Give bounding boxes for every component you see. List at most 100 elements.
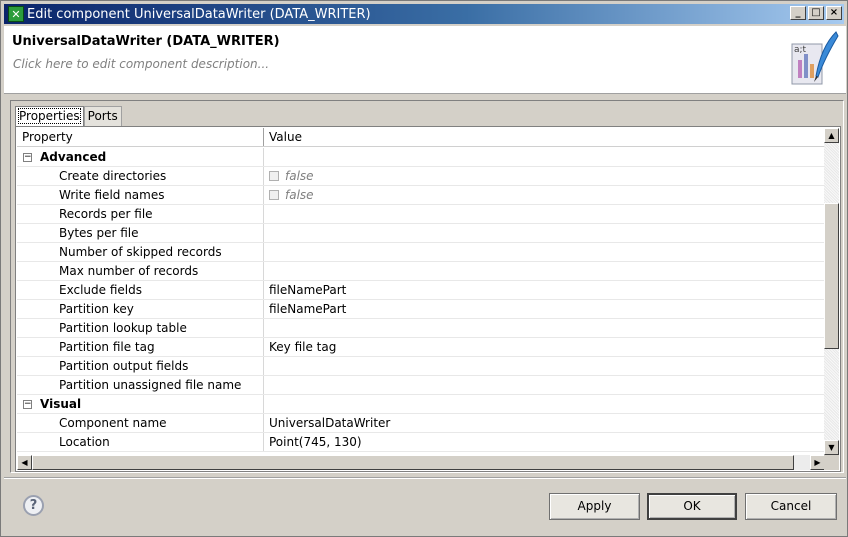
- group-row[interactable]: − Advanced: [17, 148, 825, 167]
- apply-button[interactable]: Apply: [549, 493, 640, 520]
- footer-divider: [4, 477, 846, 479]
- property-label: Create directories: [59, 169, 167, 183]
- table-row[interactable]: Bytes per file: [17, 224, 825, 243]
- app-icon: ✕: [8, 6, 24, 22]
- property-table: Property Value − Advanced Create directori…: [15, 126, 841, 472]
- table-row[interactable]: Records per file: [17, 205, 825, 224]
- component-description-field[interactable]: Click here to edit component description…: [13, 57, 269, 71]
- property-value-cell[interactable]: [264, 148, 825, 166]
- writer-component-icon: a;t: [791, 31, 839, 85]
- property-name-cell: Create directories: [17, 167, 264, 185]
- property-value-cell[interactable]: Point(745, 130): [264, 433, 825, 451]
- table-row[interactable]: Component name UniversalDataWriter: [17, 414, 825, 433]
- vertical-scroll-thumb[interactable]: [824, 203, 839, 349]
- property-name-cell: Records per file: [17, 205, 264, 223]
- property-name-cell: Number of skipped records: [17, 243, 264, 261]
- collapse-icon[interactable]: −: [23, 153, 32, 162]
- property-label: Location: [59, 435, 110, 449]
- property-label: Exclude fields: [59, 283, 142, 297]
- vertical-scrollbar[interactable]: ▲ ▼: [824, 128, 839, 455]
- scrollbar-corner: [824, 455, 839, 470]
- property-label: Max number of records: [59, 264, 199, 278]
- table-body: − Advanced Create directories false Write fi…: [17, 148, 825, 456]
- property-value: fileNamePart: [269, 302, 347, 316]
- property-value-cell[interactable]: false: [264, 186, 825, 204]
- column-header-property[interactable]: Property: [17, 128, 264, 146]
- checkbox[interactable]: [269, 189, 279, 200]
- table-row[interactable]: Create directories false: [17, 167, 825, 186]
- property-label: Write field names: [59, 188, 165, 202]
- property-name-cell: − Visual: [17, 395, 264, 413]
- collapse-icon[interactable]: −: [23, 400, 32, 409]
- property-name-cell: Max number of records: [17, 262, 264, 280]
- horizontal-scroll-thumb[interactable]: [32, 455, 794, 470]
- property-value: false: [285, 169, 314, 183]
- property-value: UniversalDataWriter: [269, 416, 391, 430]
- tab-ports[interactable]: Ports: [83, 106, 122, 126]
- property-value-cell[interactable]: [264, 376, 825, 394]
- group-row[interactable]: − Visual: [17, 395, 825, 414]
- window-title: Edit component UniversalDataWriter (DATA…: [27, 6, 371, 22]
- property-value-cell[interactable]: Key file tag: [264, 338, 825, 356]
- property-label: Records per file: [59, 207, 153, 221]
- property-value-cell[interactable]: fileNamePart: [264, 300, 825, 318]
- tab-bar: Properties Ports: [15, 106, 122, 126]
- property-value-cell[interactable]: [264, 395, 825, 413]
- property-label: Partition key: [59, 302, 134, 316]
- tab-properties[interactable]: Properties: [15, 106, 84, 126]
- property-value-cell[interactable]: [264, 319, 825, 337]
- table-row[interactable]: Exclude fields fileNamePart: [17, 281, 825, 300]
- property-label: Partition output fields: [59, 359, 189, 373]
- table-row[interactable]: Location Point(745, 130): [17, 433, 825, 452]
- maximize-button[interactable]: □: [808, 6, 824, 20]
- table-row[interactable]: Partition unassigned file name: [17, 376, 825, 395]
- table-row[interactable]: Number of skipped records: [17, 243, 825, 262]
- scroll-up-arrow-icon[interactable]: ▲: [824, 128, 839, 143]
- property-value-cell[interactable]: [264, 357, 825, 375]
- property-label: Advanced: [40, 150, 107, 164]
- edit-component-dialog: ✕ Edit component UniversalDataWriter (DA…: [0, 0, 848, 537]
- column-header-value[interactable]: Value: [264, 128, 825, 146]
- property-name-cell: Partition output fields: [17, 357, 264, 375]
- property-label: Partition file tag: [59, 340, 155, 354]
- checkbox[interactable]: [269, 170, 279, 181]
- property-value-cell[interactable]: fileNamePart: [264, 281, 825, 299]
- component-header: UniversalDataWriter (DATA_WRITER) Click …: [4, 26, 846, 94]
- help-icon[interactable]: ?: [23, 495, 44, 516]
- property-name-cell: Component name: [17, 414, 264, 432]
- scroll-right-arrow-icon[interactable]: ▶: [810, 455, 825, 470]
- scroll-left-arrow-icon[interactable]: ◀: [17, 455, 32, 470]
- minimize-button[interactable]: _: [790, 6, 806, 20]
- property-name-cell: Partition file tag: [17, 338, 264, 356]
- table-row[interactable]: Partition file tag Key file tag: [17, 338, 825, 357]
- title-bar[interactable]: ✕ Edit component UniversalDataWriter (DA…: [4, 4, 844, 24]
- property-value: Key file tag: [269, 340, 337, 354]
- cancel-button[interactable]: Cancel: [745, 493, 837, 520]
- table-row[interactable]: Max number of records: [17, 262, 825, 281]
- property-name-cell: Write field names: [17, 186, 264, 204]
- scroll-down-arrow-icon[interactable]: ▼: [824, 440, 839, 455]
- property-label: Visual: [40, 397, 82, 411]
- table-row[interactable]: Write field names false: [17, 186, 825, 205]
- ok-button[interactable]: OK: [647, 493, 737, 520]
- property-value: Point(745, 130): [269, 435, 362, 449]
- property-value-cell[interactable]: UniversalDataWriter: [264, 414, 825, 432]
- property-name-cell: Partition key: [17, 300, 264, 318]
- property-value-cell[interactable]: false: [264, 167, 825, 185]
- property-label: Bytes per file: [59, 226, 139, 240]
- property-name-cell: − Advanced: [17, 148, 264, 166]
- property-name-cell: Exclude fields: [17, 281, 264, 299]
- property-value: fileNamePart: [269, 283, 347, 297]
- table-header: Property Value: [17, 128, 825, 147]
- table-row[interactable]: Partition lookup table: [17, 319, 825, 338]
- property-name-cell: Bytes per file: [17, 224, 264, 242]
- property-value-cell[interactable]: [264, 243, 825, 261]
- close-button[interactable]: ×: [826, 6, 842, 20]
- property-value-cell[interactable]: [264, 205, 825, 223]
- property-value-cell[interactable]: [264, 262, 825, 280]
- table-row[interactable]: Partition output fields: [17, 357, 825, 376]
- table-row[interactable]: Partition key fileNamePart: [17, 300, 825, 319]
- horizontal-scrollbar[interactable]: ◀ ▶: [17, 455, 825, 470]
- property-value-cell[interactable]: [264, 224, 825, 242]
- property-label: Partition lookup table: [59, 321, 187, 335]
